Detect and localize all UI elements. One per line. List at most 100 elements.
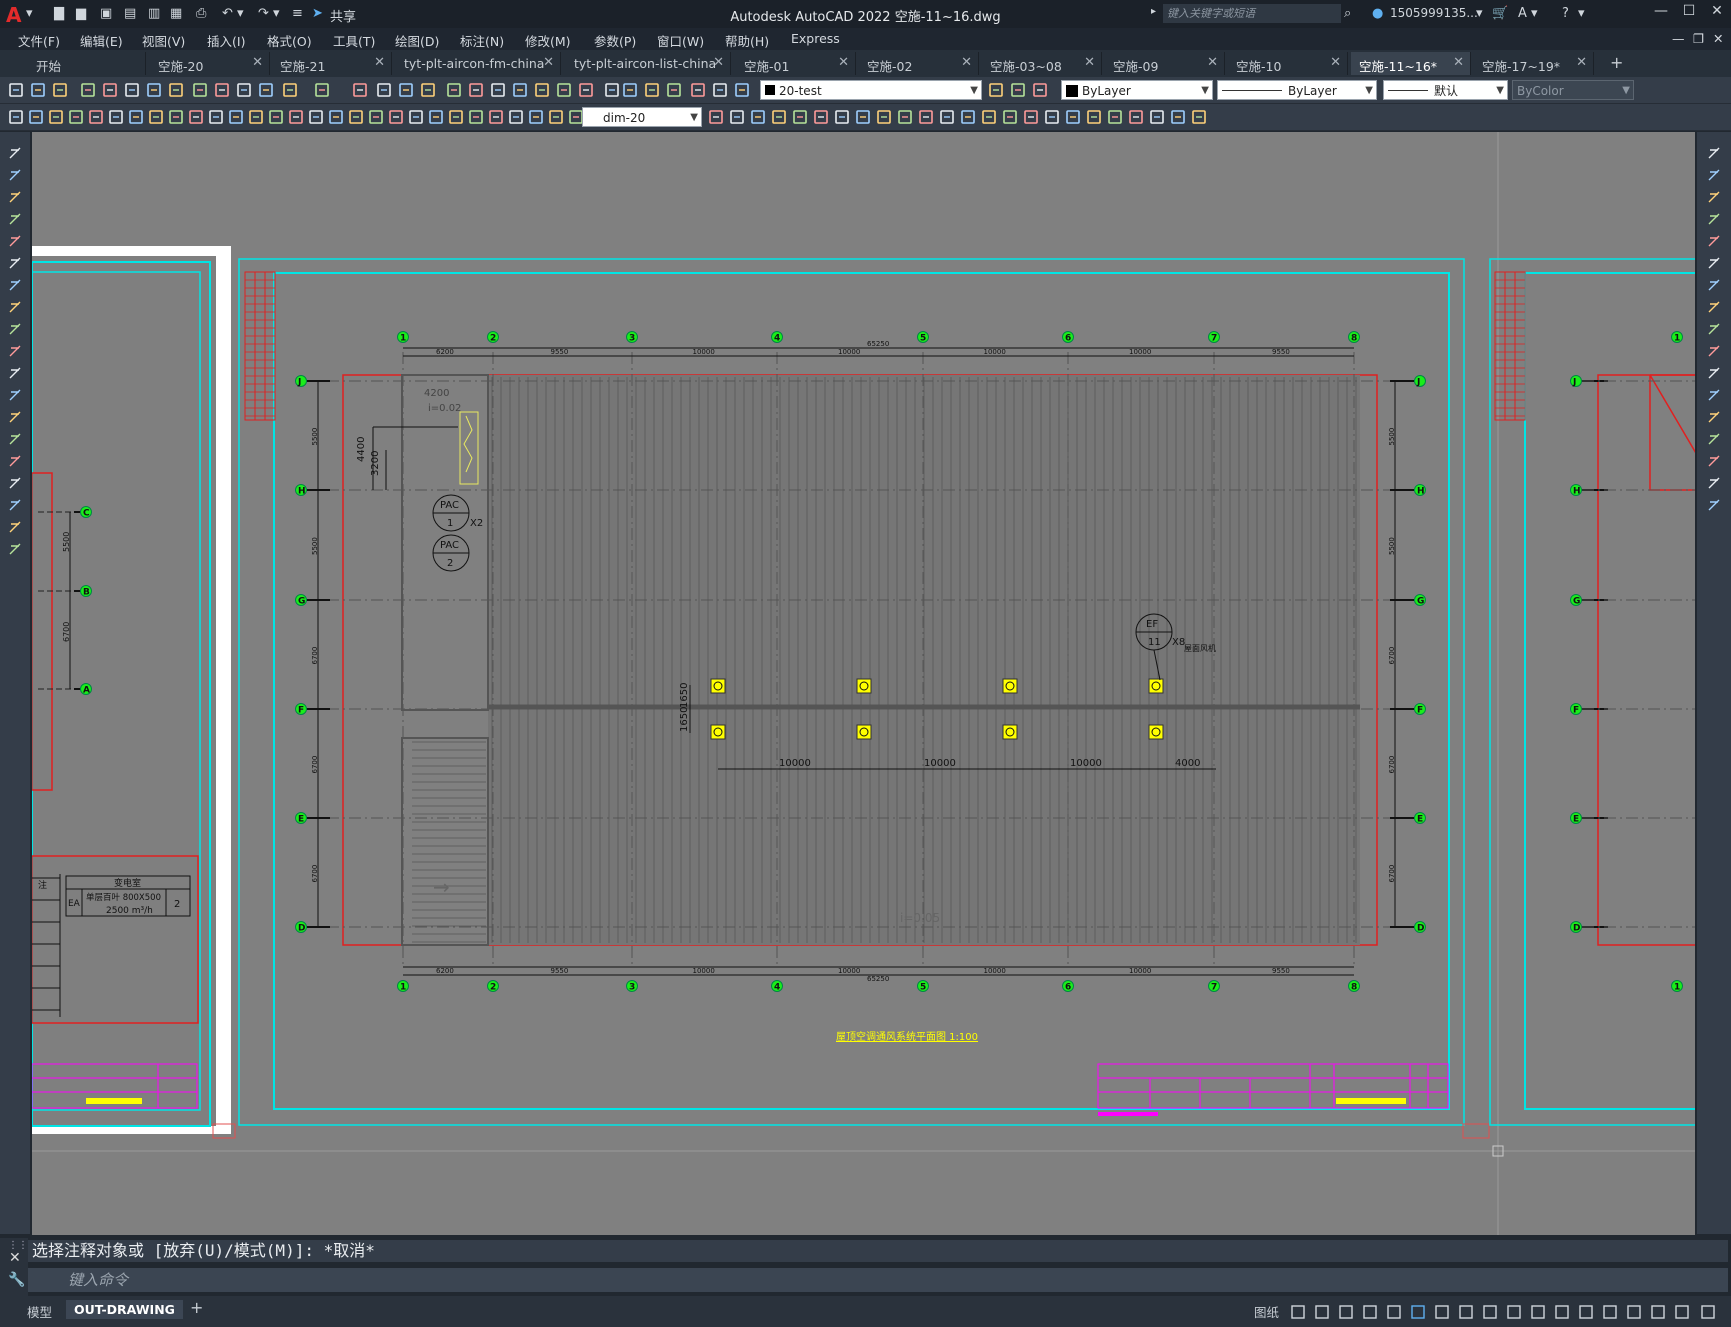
customize-qa-icon[interactable]: ≡ xyxy=(292,6,303,21)
standard-tool-11-icon[interactable] xyxy=(258,82,274,98)
standard-tool-2-icon[interactable] xyxy=(52,82,68,98)
menu-dimension[interactable]: 标注(N) xyxy=(460,31,504,50)
menu-view[interactable]: 视图(V) xyxy=(142,31,185,50)
status-tool-10-icon[interactable] xyxy=(1530,1304,1546,1320)
menu-edit[interactable]: 编辑(E) xyxy=(80,31,123,50)
paper-space-toggle[interactable]: 图纸 xyxy=(1254,1302,1279,1321)
tab-close-icon[interactable]: ✕ xyxy=(1576,55,1587,70)
draw-tool-9-icon[interactable] xyxy=(8,344,22,358)
tab-close-icon[interactable]: ✕ xyxy=(713,55,724,70)
status-tool-15-icon[interactable] xyxy=(1650,1304,1666,1320)
dimension-tool-50-icon[interactable] xyxy=(1149,109,1165,125)
menu-draw[interactable]: 绘图(D) xyxy=(395,31,439,50)
app-menu-chevron-icon[interactable]: ▾ xyxy=(26,6,33,21)
standard-tool-5-icon[interactable] xyxy=(124,82,140,98)
draw-tool-14-icon[interactable] xyxy=(8,454,22,468)
standard-tool-33-icon[interactable] xyxy=(1010,82,1026,98)
standard-tool-27-icon[interactable] xyxy=(644,82,660,98)
draw-tool-2-icon[interactable] xyxy=(8,190,22,204)
draw-tool-17-icon[interactable] xyxy=(8,520,22,534)
menu-modify[interactable]: 修改(M) xyxy=(525,31,571,50)
standard-tool-23-icon[interactable] xyxy=(556,82,572,98)
dimension-tool-38-icon[interactable] xyxy=(897,109,913,125)
exhaust-fan-marker[interactable] xyxy=(710,724,726,740)
tab-file[interactable]: 空施-20 ✕ xyxy=(150,52,270,75)
dimension-tool-29-icon[interactable] xyxy=(708,109,724,125)
dimension-tool-37-icon[interactable] xyxy=(876,109,892,125)
autocad-logo-icon[interactable]: A xyxy=(6,3,21,27)
standard-tool-0-icon[interactable] xyxy=(8,82,24,98)
draw-tool-11-icon[interactable] xyxy=(8,388,22,402)
dimension-tool-40-icon[interactable] xyxy=(939,109,955,125)
draw-tool-1-icon[interactable] xyxy=(8,168,22,182)
command-input[interactable]: 键入命令 xyxy=(28,1268,1728,1292)
menu-tools[interactable]: 工具(T) xyxy=(333,31,375,50)
doc-minimize-icon[interactable]: — xyxy=(1672,31,1685,46)
exhaust-fan-marker[interactable] xyxy=(856,678,872,694)
save-icon[interactable]: ▣ xyxy=(100,6,112,21)
modify-tool-13-icon[interactable] xyxy=(1707,432,1721,446)
standard-tool-7-icon[interactable] xyxy=(168,82,184,98)
menu-format[interactable]: 格式(O) xyxy=(267,31,312,50)
status-tool-0-icon[interactable] xyxy=(1290,1304,1306,1320)
dimension-tool-2-icon[interactable] xyxy=(48,109,64,125)
dimension-tool-4-icon[interactable] xyxy=(88,109,104,125)
standard-tool-18-icon[interactable] xyxy=(446,82,462,98)
plotstyle-dropdown[interactable]: ByColor ▼ xyxy=(1512,80,1634,100)
dimension-tool-3-icon[interactable] xyxy=(68,109,84,125)
dimension-tool-13-icon[interactable] xyxy=(268,109,284,125)
menu-help[interactable]: 帮助(H) xyxy=(725,31,769,50)
new-file-icon[interactable]: ▇ xyxy=(54,6,64,21)
modify-tool-14-icon[interactable] xyxy=(1707,454,1721,468)
standard-tool-12-icon[interactable] xyxy=(282,82,298,98)
minimize-icon[interactable]: — xyxy=(1648,3,1674,19)
dimension-tool-10-icon[interactable] xyxy=(208,109,224,125)
dimension-tool-43-icon[interactable] xyxy=(1002,109,1018,125)
dimension-tool-36-icon[interactable] xyxy=(855,109,871,125)
dimension-tool-33-icon[interactable] xyxy=(792,109,808,125)
modify-tool-9-icon[interactable] xyxy=(1707,344,1721,358)
modify-tool-16-icon[interactable] xyxy=(1707,498,1721,512)
dimension-tool-52-icon[interactable] xyxy=(1191,109,1207,125)
dimension-tool-46-icon[interactable] xyxy=(1065,109,1081,125)
tab-file[interactable]: tyt-plt-aircon-list-china ✕ xyxy=(566,52,731,75)
user-name[interactable]: 1505999135... xyxy=(1390,6,1478,20)
dimension-tool-49-icon[interactable] xyxy=(1128,109,1144,125)
standard-tool-10-icon[interactable] xyxy=(236,82,252,98)
tab-file-active[interactable]: 空施-11~16* ✕ xyxy=(1351,52,1471,75)
maximize-icon[interactable]: ☐ xyxy=(1676,3,1702,19)
save-web-icon[interactable]: ▦ xyxy=(170,6,182,21)
menu-window[interactable]: 窗口(W) xyxy=(657,31,704,50)
draw-tool-7-icon[interactable] xyxy=(8,300,22,314)
status-tool-5-icon[interactable] xyxy=(1410,1304,1426,1320)
share-label[interactable]: 共享 xyxy=(330,6,356,25)
status-tool-9-icon[interactable] xyxy=(1506,1304,1522,1320)
dimension-tool-48-icon[interactable] xyxy=(1107,109,1123,125)
standard-tool-28-icon[interactable] xyxy=(666,82,682,98)
tab-close-icon[interactable]: ✕ xyxy=(1084,55,1095,70)
standard-tool-16-icon[interactable] xyxy=(398,82,414,98)
user-chevron-icon[interactable]: ▾ xyxy=(1476,6,1483,21)
status-tool-11-icon[interactable] xyxy=(1554,1304,1570,1320)
tab-file[interactable]: 空施-01 ✕ xyxy=(736,52,856,75)
dimension-tool-41-icon[interactable] xyxy=(960,109,976,125)
dimension-tool-24-icon[interactable] xyxy=(488,109,504,125)
modify-tool-1-icon[interactable] xyxy=(1707,168,1721,182)
exhaust-fan-marker[interactable] xyxy=(710,678,726,694)
doc-close-icon[interactable]: ✕ xyxy=(1713,31,1723,46)
standard-tool-14-icon[interactable] xyxy=(352,82,368,98)
dimstyle-dropdown[interactable]: dim-20 ▼ xyxy=(582,107,702,127)
linetype-dropdown[interactable]: ByLayer ▼ xyxy=(1217,80,1377,100)
modify-tool-10-icon[interactable] xyxy=(1707,366,1721,380)
command-close-icon[interactable]: ✕ xyxy=(9,1250,21,1266)
close-icon[interactable]: ✕ xyxy=(1704,3,1730,19)
menu-file[interactable]: 文件(F) xyxy=(18,31,60,50)
open-web-icon[interactable]: ▥ xyxy=(148,6,160,21)
drawing-canvas[interactable]: 5500 6700 C B A 注 变电室 EA 单层百叶 800X500 2500… xyxy=(32,132,1695,1235)
standard-tool-25-icon[interactable] xyxy=(604,82,620,98)
modify-tool-5-icon[interactable] xyxy=(1707,256,1721,270)
exhaust-fan-marker[interactable] xyxy=(1002,724,1018,740)
standard-tool-13-icon[interactable] xyxy=(314,82,330,98)
dimension-tool-6-icon[interactable] xyxy=(128,109,144,125)
share-icon[interactable]: ➤ xyxy=(312,6,323,21)
